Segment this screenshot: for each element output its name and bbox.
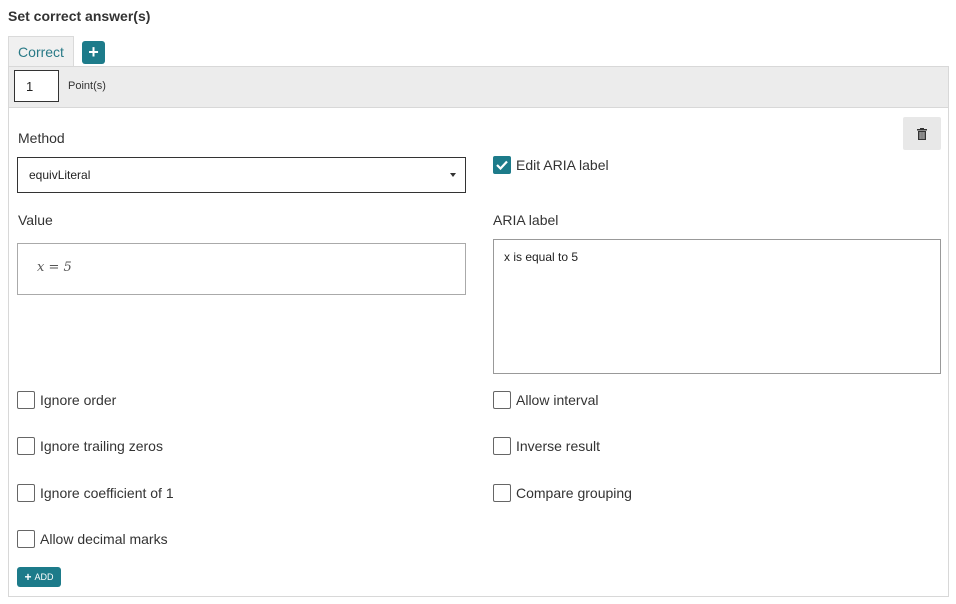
delete-button[interactable] bbox=[903, 117, 941, 150]
tab-correct-label: Correct bbox=[18, 43, 64, 60]
aria-label-heading: ARIA label bbox=[493, 212, 559, 228]
checkbox[interactable] bbox=[493, 484, 511, 502]
aria-label-textarea[interactable]: x is equal to 5 bbox=[493, 239, 941, 374]
method-label: Method bbox=[18, 130, 65, 146]
aria-label-text: x is equal to 5 bbox=[504, 250, 579, 264]
option-label: Ignore trailing zeros bbox=[40, 438, 163, 454]
option-compare-grouping[interactable]: Compare grouping bbox=[493, 484, 632, 502]
option-label: Compare grouping bbox=[516, 485, 632, 501]
option-label: Allow interval bbox=[516, 392, 599, 408]
add-tab-button[interactable]: + bbox=[82, 41, 105, 64]
option-label: Ignore coefficient of 1 bbox=[40, 485, 174, 501]
value-expression: x = 5 bbox=[37, 260, 72, 275]
plus-icon: + bbox=[88, 42, 99, 62]
option-ignore-order[interactable]: Ignore order bbox=[17, 391, 116, 409]
page-title: Set correct answer(s) bbox=[8, 8, 151, 24]
value-input[interactable]: x = 5 bbox=[17, 243, 466, 295]
checkbox[interactable] bbox=[17, 530, 35, 548]
chevron-down-icon bbox=[450, 173, 456, 177]
option-ignore-trailing-zeros[interactable]: Ignore trailing zeros bbox=[17, 437, 163, 455]
option-label: Ignore order bbox=[40, 392, 117, 408]
option-allow-decimal-marks[interactable]: Allow decimal marks bbox=[17, 530, 168, 548]
edit-aria-option[interactable]: Edit ARIA label bbox=[493, 156, 609, 174]
checkbox[interactable] bbox=[17, 484, 35, 502]
option-inverse-result[interactable]: Inverse result bbox=[493, 437, 600, 455]
edit-aria-checkbox[interactable] bbox=[493, 156, 511, 174]
points-label: Point(s) bbox=[68, 80, 106, 92]
method-select[interactable]: equivLiteral bbox=[17, 157, 466, 193]
option-ignore-coefficient[interactable]: Ignore coefficient of 1 bbox=[17, 484, 174, 502]
option-label: Inverse result bbox=[516, 438, 601, 454]
option-allow-interval[interactable]: Allow interval bbox=[493, 391, 598, 409]
points-input[interactable] bbox=[14, 70, 59, 102]
checkbox[interactable] bbox=[493, 437, 511, 455]
checkbox[interactable] bbox=[493, 391, 511, 409]
method-selected-value: equivLiteral bbox=[29, 168, 91, 182]
trash-icon bbox=[917, 127, 927, 140]
tab-correct[interactable]: Correct bbox=[8, 36, 74, 66]
add-button-label: ADD bbox=[34, 572, 54, 582]
add-button[interactable]: + ADD bbox=[17, 567, 61, 587]
value-label: Value bbox=[18, 212, 53, 228]
points-bar bbox=[8, 66, 949, 108]
option-label: Allow decimal marks bbox=[40, 531, 168, 547]
plus-icon: + bbox=[24, 570, 32, 584]
checkbox[interactable] bbox=[17, 391, 35, 409]
checkbox[interactable] bbox=[17, 437, 35, 455]
edit-aria-label: Edit ARIA label bbox=[516, 157, 609, 173]
checkmark-icon bbox=[496, 160, 508, 170]
